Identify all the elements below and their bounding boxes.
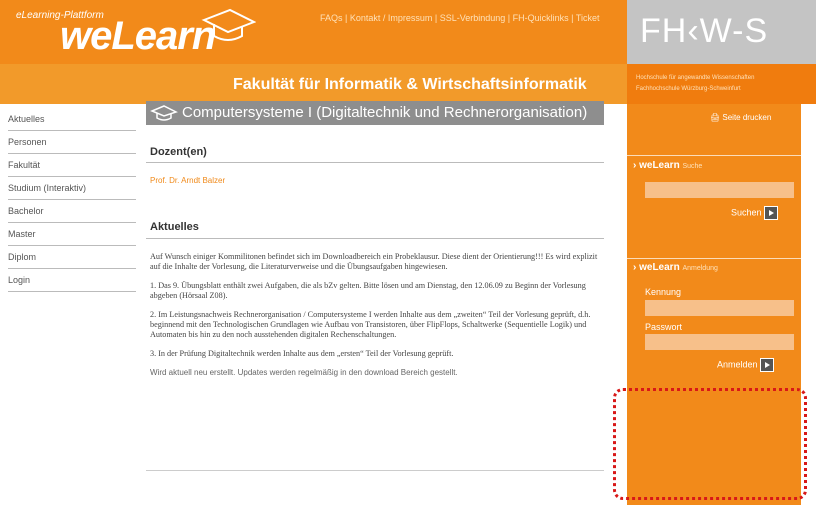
nav-item-diplom[interactable]: Diplom: [8, 246, 136, 269]
divider: [146, 470, 604, 471]
link-separator: |: [342, 13, 350, 23]
print-label: Seite drucken: [722, 113, 772, 122]
dozent-link[interactable]: Prof. Dr. Arndt Balzer: [150, 176, 225, 185]
divider: [146, 238, 604, 239]
faculty-title: Fakultät für Informatik & Wirtschaftsinf…: [233, 76, 587, 93]
updates-note: Wird aktuell neu erstellt. Updates werde…: [150, 368, 458, 377]
section-heading-aktuelles: Aktuelles: [150, 221, 199, 233]
arrow-right-icon: [763, 206, 778, 220]
header-links: FAQs | Kontakt / Impressum | SSL-Verbind…: [320, 13, 600, 23]
link-separator: |: [568, 13, 576, 23]
passwort-label: Passwort: [645, 322, 683, 332]
news-paragraph: Auf Wunsch einiger Kommilitonen befindet…: [150, 252, 598, 271]
graduation-cap-icon: [201, 8, 256, 41]
password-field[interactable]: [645, 334, 794, 350]
divider: [146, 162, 604, 163]
highlight-annotation: [613, 388, 807, 500]
news-paragraph: 2. Im Leistungsnachweis Rechnerorganisat…: [150, 310, 591, 339]
news-body: Auf Wunsch einiger Kommilitonen befindet…: [150, 252, 602, 387]
link-quicklinks[interactable]: FH-Quicklinks: [513, 13, 569, 23]
link-kontakt[interactable]: Kontakt / Impressum: [350, 13, 433, 23]
login-title: Anmeldung: [682, 265, 718, 272]
search-heading: › weLearn Suche: [633, 160, 702, 171]
login-button-label: Anmelden: [717, 359, 758, 370]
login-brand: weLearn: [639, 262, 680, 273]
welearn-logo[interactable]: weLearn: [60, 14, 216, 59]
section-heading-dozenten: Dozent(en): [150, 146, 207, 158]
search-button-label: Suchen: [731, 207, 762, 218]
link-separator: |: [432, 13, 440, 23]
link-ssl[interactable]: SSL-Verbindung: [440, 13, 506, 23]
search-input[interactable]: [645, 182, 794, 198]
nav-item-personen[interactable]: Personen: [8, 131, 136, 154]
graduation-cap-icon: [150, 105, 178, 121]
fhws-logo[interactable]: FH‹W-S: [640, 12, 768, 51]
print-page-link[interactable]: 🖨 Seite drucken: [710, 113, 771, 122]
nav-item-studium[interactable]: Studium (Interaktiv): [8, 177, 136, 200]
link-separator: |: [505, 13, 513, 23]
link-ticket[interactable]: Ticket: [576, 13, 600, 23]
nav-item-master[interactable]: Master: [8, 223, 136, 246]
nav-item-fakultaet[interactable]: Fakultät: [8, 154, 136, 177]
search-title: Suche: [682, 163, 703, 170]
nav-item-aktuelles[interactable]: Aktuelles: [8, 108, 136, 131]
news-paragraph: 1. Das 9. Übungsblatt enthält zwei Aufga…: [150, 281, 586, 300]
link-faqs[interactable]: FAQs: [320, 13, 343, 23]
search-brand: weLearn: [639, 160, 680, 171]
divider: [627, 155, 801, 156]
arrow-right-icon: [759, 358, 774, 372]
nav-item-login[interactable]: Login: [8, 269, 136, 292]
search-button[interactable]: Suchen: [731, 206, 778, 220]
page-title: Computersysteme I (Digitaltechnik und Re…: [182, 104, 588, 121]
divider: [627, 258, 801, 259]
kennung-field[interactable]: [645, 300, 794, 316]
nav-item-bachelor[interactable]: Bachelor: [8, 200, 136, 223]
printer-icon: 🖨: [710, 113, 723, 122]
fhws-subtitle-line: Fachhochschule Würzburg-Schweinfurt: [636, 86, 741, 92]
fhws-subtitle-line: Hochschule für angewandte Wissenschaften: [636, 75, 755, 81]
login-heading: › weLearn Anmeldung: [633, 262, 718, 273]
fhws-subtitle: Hochschule für angewandte Wissenschaften…: [636, 73, 754, 95]
news-paragraph: 3. In der Prüfung Digitaltechnik werden …: [150, 349, 454, 358]
left-navigation: Aktuelles Personen Fakultät Studium (Int…: [8, 108, 136, 292]
login-button[interactable]: Anmelden: [717, 358, 774, 372]
kennung-label: Kennung: [645, 287, 682, 297]
